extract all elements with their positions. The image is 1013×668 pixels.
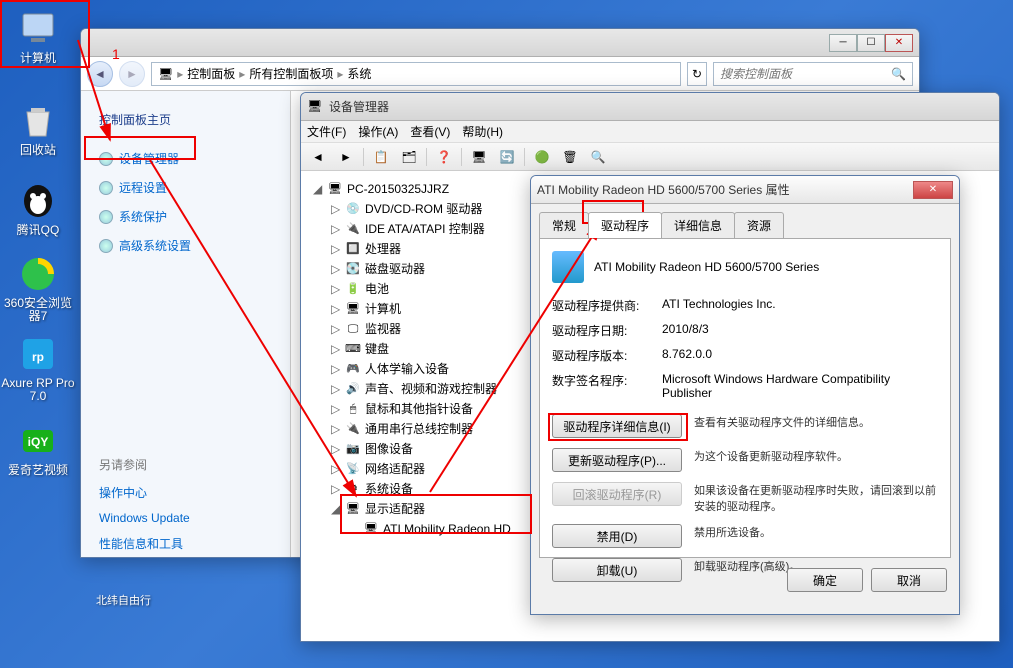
tab-driver[interactable]: 驱动程序 [588,212,662,238]
anno-arrows [0,0,1013,668]
